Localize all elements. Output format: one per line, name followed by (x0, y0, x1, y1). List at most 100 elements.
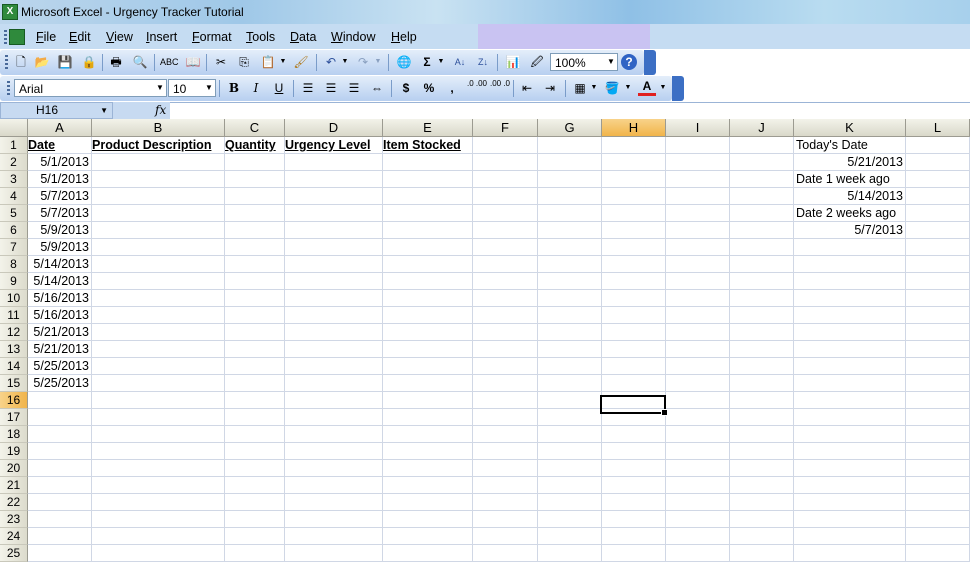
chart-wizard-icon[interactable]: 📊 (504, 53, 522, 71)
font-color-icon[interactable]: A (638, 79, 656, 96)
permission-icon[interactable]: 🔒 (80, 53, 98, 71)
italic-button[interactable]: I (247, 79, 265, 97)
decrease-indent-icon[interactable]: ⇤ (518, 79, 536, 97)
worksheet-grid[interactable]: A B C D E F G H I J K L 1 2 3 4 5 6 7 8 9 10 11 12 13 14 15 16 17 18 1… (0, 119, 970, 562)
date-cell[interactable]: 5/14/2013 (28, 256, 89, 273)
redo-dropdown-icon[interactable]: ▼ (374, 53, 382, 71)
menu-window[interactable]: Window (331, 30, 375, 44)
increase-indent-icon[interactable]: ⇥ (541, 79, 559, 97)
name-box[interactable]: H16 ▼ (0, 102, 113, 119)
date-cell[interactable]: 5/25/2013 (28, 375, 89, 392)
row-header[interactable]: 17 (0, 409, 28, 426)
autosum-icon[interactable]: Σ (418, 53, 436, 71)
row-header[interactable]: 16 (0, 392, 28, 409)
header-cell[interactable]: Urgency Level (285, 137, 380, 154)
date-cell[interactable]: 5/16/2013 (28, 290, 89, 307)
drawing-icon[interactable]: 🖉 (528, 53, 546, 71)
menu-data[interactable]: Data (290, 30, 316, 44)
fill-handle[interactable] (661, 409, 668, 416)
menu-edit[interactable]: Edit (69, 30, 91, 44)
column-header[interactable]: F (473, 119, 538, 137)
menu-format[interactable]: Format (192, 30, 232, 44)
date-cell[interactable]: 5/21/2013 (28, 324, 89, 341)
row-header[interactable]: 18 (0, 426, 28, 443)
week2-label-cell[interactable]: Date 2 weeks ago (796, 205, 896, 222)
row-header[interactable]: 5 (0, 205, 28, 222)
autosum-dropdown-icon[interactable]: ▼ (437, 53, 445, 71)
copy-icon[interactable]: ⎘ (235, 53, 253, 71)
row-header[interactable]: 11 (0, 307, 28, 324)
header-cell[interactable]: Product Description (92, 137, 222, 154)
column-header[interactable]: K (794, 119, 906, 137)
chevron-down-icon[interactable]: ▼ (154, 80, 166, 96)
row-header[interactable]: 21 (0, 477, 28, 494)
column-header[interactable]: B (92, 119, 225, 137)
borders-dropdown-icon[interactable]: ▼ (590, 79, 598, 97)
sort-descending-icon[interactable]: Z↓ (474, 53, 492, 71)
cut-icon[interactable]: ✂ (212, 53, 230, 71)
column-header[interactable]: I (666, 119, 730, 137)
header-cell[interactable]: Item Stocked (383, 137, 470, 154)
select-all-corner[interactable] (0, 119, 28, 137)
toolbar-options-icon[interactable] (644, 50, 656, 75)
menu-insert[interactable]: Insert (146, 30, 177, 44)
undo-dropdown-icon[interactable]: ▼ (341, 53, 349, 71)
column-header[interactable]: H (602, 119, 666, 137)
comma-button[interactable]: , (443, 79, 461, 97)
paste-icon[interactable]: 📋 (259, 53, 277, 71)
menu-file[interactable]: File (36, 30, 56, 44)
row-header[interactable]: 9 (0, 273, 28, 290)
hyperlink-icon[interactable]: 🌐 (395, 53, 413, 71)
row-header[interactable]: 3 (0, 171, 28, 188)
column-header[interactable]: E (383, 119, 473, 137)
bold-button[interactable]: B (225, 79, 243, 97)
workbook-icon[interactable] (9, 29, 25, 45)
date-cell[interactable]: 5/9/2013 (28, 239, 89, 256)
paste-dropdown-icon[interactable]: ▼ (279, 53, 287, 71)
menu-view[interactable]: View (106, 30, 133, 44)
merge-center-icon[interactable]: ⇔ (368, 79, 386, 97)
open-icon[interactable]: 📂 (33, 53, 51, 71)
header-cell[interactable]: Date (28, 137, 89, 154)
currency-button[interactable]: $ (397, 79, 415, 97)
fill-color-dropdown-icon[interactable]: ▼ (624, 79, 632, 97)
menu-tools[interactable]: Tools (246, 30, 275, 44)
row-header[interactable]: 22 (0, 494, 28, 511)
row-header[interactable]: 12 (0, 324, 28, 341)
align-left-icon[interactable]: ☰ (299, 79, 317, 97)
print-preview-icon[interactable]: 🔍 (131, 53, 149, 71)
active-cell[interactable] (600, 395, 668, 416)
row-header[interactable]: 20 (0, 460, 28, 477)
week1-label-cell[interactable]: Date 1 week ago (796, 171, 890, 188)
zoom-select[interactable]: 100% ▼ (550, 53, 618, 71)
research-icon[interactable]: 📖 (184, 53, 202, 71)
chevron-down-icon[interactable]: ▼ (203, 80, 215, 96)
column-header[interactable]: A (28, 119, 92, 137)
underline-button[interactable]: U (270, 79, 288, 97)
align-right-icon[interactable]: ☰ (345, 79, 363, 97)
chevron-down-icon[interactable]: ▼ (605, 54, 617, 70)
column-header[interactable]: G (538, 119, 602, 137)
week2-value-cell[interactable]: 5/7/2013 (794, 222, 903, 239)
borders-icon[interactable]: ▦ (571, 79, 589, 97)
font-color-dropdown-icon[interactable]: ▼ (659, 79, 667, 97)
row-header[interactable]: 1 (0, 137, 28, 154)
date-cell[interactable]: 5/7/2013 (28, 188, 89, 205)
increase-decimal-button[interactable]: .0 .00 (466, 79, 488, 97)
align-center-icon[interactable]: ☰ (322, 79, 340, 97)
fill-color-icon[interactable]: 🪣 (603, 79, 621, 97)
menubar-grip[interactable] (4, 30, 7, 44)
new-icon[interactable]: 🗋 (12, 53, 30, 71)
column-header[interactable]: J (730, 119, 794, 137)
undo-icon[interactable]: ↶ (322, 53, 340, 71)
today-value-cell[interactable]: 5/21/2013 (794, 154, 903, 171)
today-label-cell[interactable]: Today's Date (796, 137, 868, 154)
row-header[interactable]: 13 (0, 341, 28, 358)
date-cell[interactable]: 5/16/2013 (28, 307, 89, 324)
date-cell[interactable]: 5/1/2013 (28, 154, 89, 171)
toolbar-options-icon[interactable] (672, 76, 684, 101)
save-icon[interactable]: 💾 (56, 53, 74, 71)
row-header[interactable]: 10 (0, 290, 28, 307)
row-header[interactable]: 4 (0, 188, 28, 205)
percent-button[interactable]: % (420, 79, 438, 97)
